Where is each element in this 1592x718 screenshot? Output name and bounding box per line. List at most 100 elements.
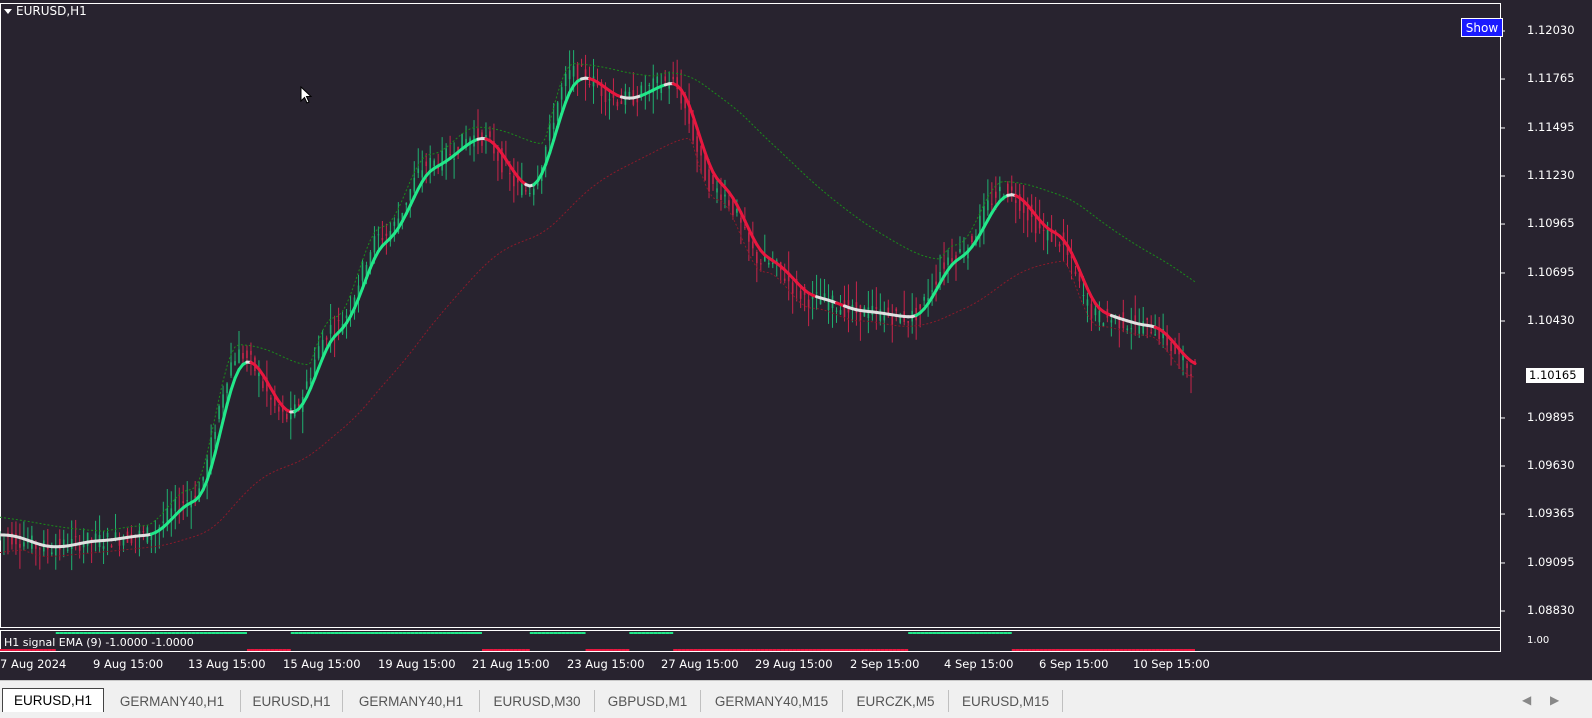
time-axis-label: 21 Aug 15:00 <box>472 657 550 671</box>
candle-body <box>768 263 770 265</box>
chart-tab[interactable]: EURUSD,H1 <box>241 690 343 712</box>
candle-body <box>629 92 631 97</box>
candle-body <box>509 173 511 174</box>
candle-body <box>672 77 674 79</box>
candle-body <box>656 77 658 83</box>
symbol-title[interactable]: EURUSD,H1 <box>4 4 87 18</box>
chart-tab[interactable]: GERMANY40,M15 <box>701 690 843 712</box>
candle-body <box>485 135 487 137</box>
time-axis-label: 13 Aug 15:00 <box>188 657 266 671</box>
time-axis-label: 2 Sep 15:00 <box>850 657 919 671</box>
candle-body <box>816 292 818 293</box>
price-chart[interactable] <box>0 0 1592 680</box>
candle-body <box>919 304 921 308</box>
price-axis-label: 1.12030 <box>1527 23 1575 37</box>
candle-body <box>840 310 842 314</box>
candle-body <box>1190 374 1192 376</box>
candle-body <box>533 189 535 195</box>
candle-body <box>860 305 862 320</box>
candle-body <box>394 222 396 226</box>
candle-body <box>704 155 706 181</box>
candle-body <box>736 209 738 213</box>
candle-body <box>708 169 710 192</box>
candle-body <box>421 170 423 177</box>
candle-body <box>1091 304 1093 319</box>
candle-body <box>987 200 989 210</box>
candle-body <box>1103 323 1105 326</box>
candle-body <box>1015 200 1017 203</box>
time-axis-label: 15 Aug 15:00 <box>283 657 361 671</box>
chart-tab[interactable]: EURUSD,M30 <box>480 690 595 712</box>
chart-tab[interactable]: GBPUSD,M1 <box>595 690 701 712</box>
candle-body <box>226 383 228 393</box>
candle-body <box>712 175 714 184</box>
candle-body <box>700 146 702 156</box>
chart-tab[interactable]: GERMANY40,H1 <box>104 690 241 712</box>
candle-body <box>525 190 527 191</box>
dropdown-triangle-icon[interactable] <box>4 9 12 14</box>
chart-window[interactable]: EURUSD,H1 Show H1 signal EMA (9) -1.0000… <box>0 0 1592 680</box>
candle-body <box>67 550 69 551</box>
candle-body <box>1087 299 1089 305</box>
price-axis-label: 1.11230 <box>1527 168 1575 182</box>
candle-body <box>406 203 408 205</box>
candle-body <box>186 500 188 501</box>
candle-body <box>362 261 364 280</box>
candle-body <box>752 242 754 249</box>
candle-body <box>453 159 455 160</box>
chart-tab[interactable]: EURCZK,M5 <box>843 690 949 712</box>
candle-body <box>1126 329 1128 330</box>
candle-body <box>557 102 559 120</box>
candle-body <box>23 542 25 546</box>
candle-body <box>103 546 105 549</box>
scroll-right-icon[interactable]: ▶ <box>1550 693 1559 707</box>
candle-body <box>378 234 380 235</box>
candle-body <box>107 533 109 537</box>
ema-segment <box>542 164 546 173</box>
candle-body <box>1111 320 1113 322</box>
candle-body <box>1027 208 1029 221</box>
candle-body <box>409 189 411 200</box>
candle-body <box>246 350 248 358</box>
chart-tab[interactable]: GERMANY40,H1 <box>343 690 480 712</box>
candle-body <box>19 544 21 548</box>
candle-body <box>413 178 415 192</box>
candle-body <box>163 521 165 522</box>
candle-body <box>151 536 153 540</box>
candle-body <box>214 432 216 439</box>
candle-body <box>907 321 909 323</box>
candle-body <box>724 195 726 197</box>
candle-body <box>760 263 762 264</box>
candle-body <box>306 381 308 388</box>
candle-body <box>1130 328 1132 329</box>
candle-body <box>1146 318 1148 320</box>
candle-body <box>1150 332 1152 333</box>
candle-body <box>513 176 515 186</box>
candle-body <box>895 309 897 311</box>
chart-tab[interactable]: EURUSD,M15 <box>949 690 1063 712</box>
show-button[interactable]: Show <box>1461 18 1503 37</box>
candle-body <box>51 552 53 554</box>
candle-body <box>808 300 810 308</box>
candle-body <box>995 192 997 198</box>
candle-body <box>242 353 244 359</box>
candle-body <box>250 351 252 355</box>
candle-body <box>382 238 384 240</box>
candle-body <box>935 281 937 284</box>
ema-segment <box>231 378 235 390</box>
candle-body <box>270 398 272 400</box>
scroll-left-icon[interactable]: ◀ <box>1522 693 1531 707</box>
candle-body <box>880 310 882 321</box>
candle-body <box>222 394 224 407</box>
current-price-label: 1.10165 <box>1526 368 1584 383</box>
price-axis-label: 1.11765 <box>1527 71 1575 85</box>
candle-body <box>1138 326 1140 334</box>
candle-body <box>971 236 973 242</box>
candle-body <box>784 279 786 281</box>
candle-body <box>386 234 388 236</box>
candle-body <box>664 76 666 80</box>
candle-body <box>182 501 184 503</box>
chart-tab[interactable]: EURUSD,H1 <box>2 688 104 712</box>
candle-body <box>613 95 615 98</box>
candle-body <box>174 499 176 511</box>
